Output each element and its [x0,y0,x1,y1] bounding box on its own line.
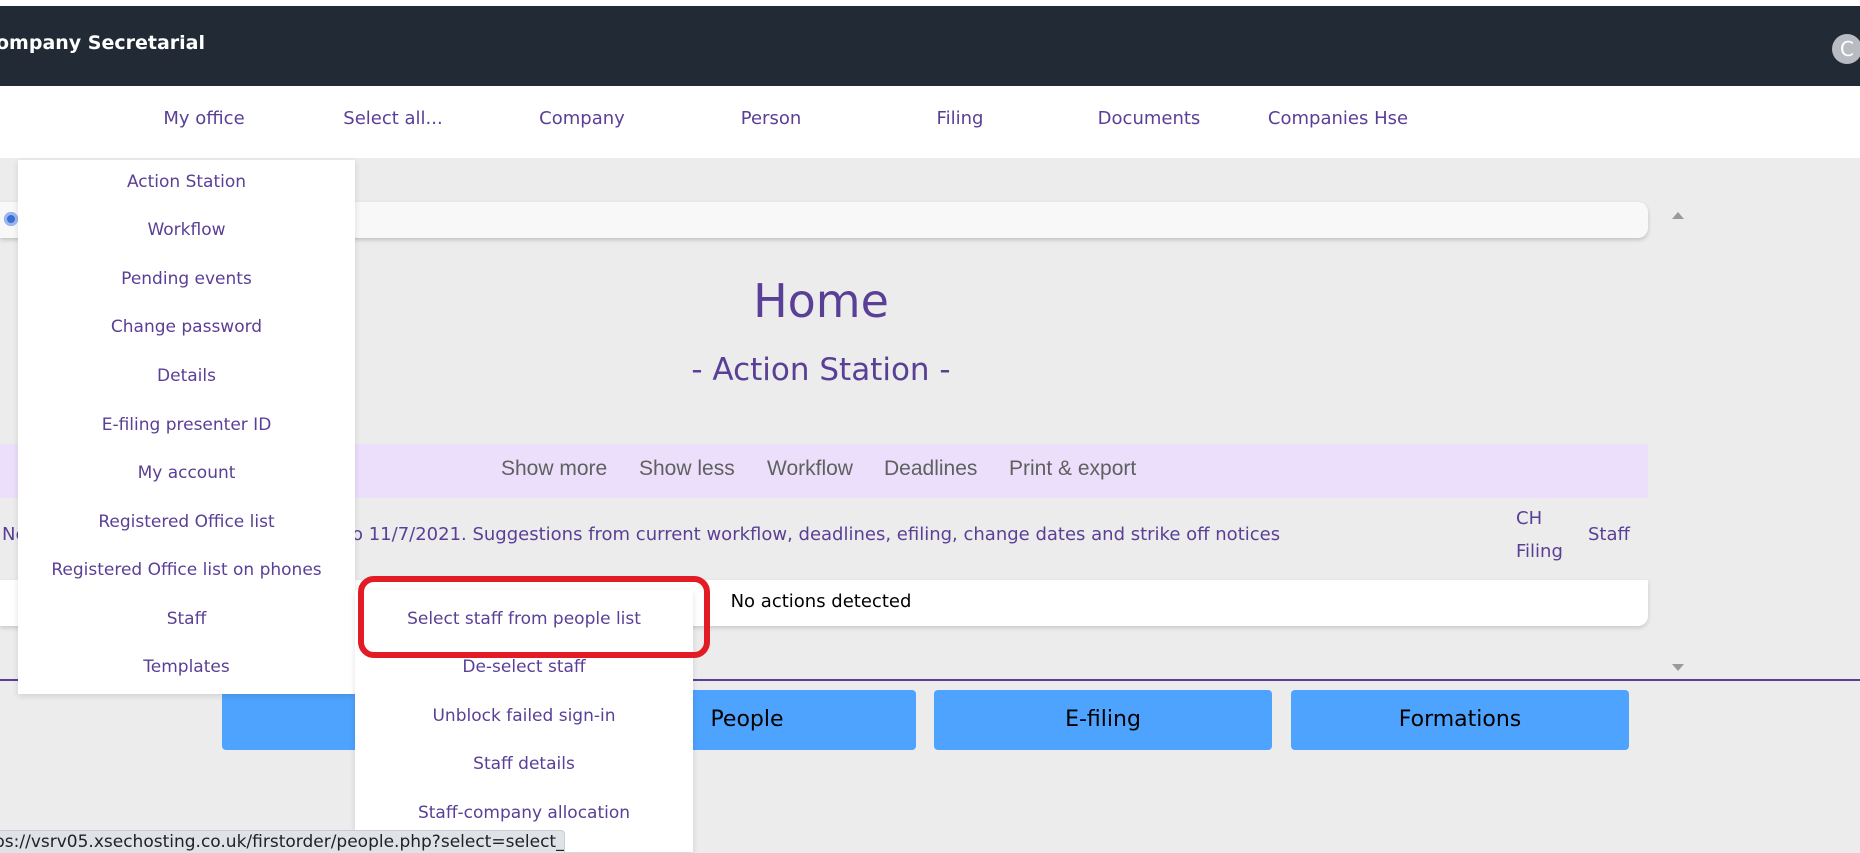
menu-pending-events[interactable]: Pending events [18,269,355,289]
nav-documents[interactable]: Documents [1098,108,1201,129]
nav-companies-hse[interactable]: Companies Hse [1268,108,1408,129]
status-url-bar: ps://vsrv05.xsechosting.co.uk/firstorder… [0,830,565,853]
copyright-icon[interactable]: C [1832,34,1860,64]
menu-staff[interactable]: Staff [18,609,355,629]
menu-my-account[interactable]: My account [18,463,355,483]
submenu-deselect-staff[interactable]: De-select staff [355,657,693,677]
staff-submenu: Select staff from people list De-select … [355,590,693,852]
show-more-link[interactable]: Show more [501,457,607,481]
my-office-menu: Action Station Workflow Pending events C… [18,160,355,694]
nav-select-all[interactable]: Select all... [343,108,442,129]
app-title: ompany Secretarial [0,32,206,54]
nav-person[interactable]: Person [741,108,802,129]
formations-tile[interactable]: Formations [1291,690,1629,750]
nav-filing[interactable]: Filing [937,108,984,129]
app-header: ompany Secretarial C [0,6,1860,86]
submenu-staff-details[interactable]: Staff details [355,754,693,774]
scroll-down-arrow[interactable] [1672,664,1684,671]
col-staff: Staff [1588,524,1630,545]
scroll-up-arrow[interactable] [1672,212,1684,219]
submenu-unblock-signin[interactable]: Unblock failed sign-in [355,706,693,726]
nav-company[interactable]: Company [539,108,625,129]
workflow-link[interactable]: Workflow [767,457,853,481]
menu-efiling-presenter-id[interactable]: E-filing presenter ID [18,415,355,435]
submenu-staff-company-allocation[interactable]: Staff-company allocation [355,803,693,823]
print-export-link[interactable]: Print & export [1009,457,1136,481]
col-filing: Filing [1516,541,1563,562]
menu-registered-office-phones[interactable]: Registered Office list on phones [18,560,355,580]
globe-icon [4,212,18,226]
col-ch: CH [1516,508,1543,529]
menu-action-station[interactable]: Action Station [18,172,355,192]
menu-details[interactable]: Details [18,366,355,386]
status-url: ps://vsrv05.xsechosting.co.uk/firstorder… [0,832,565,852]
menu-templates[interactable]: Templates [18,657,355,677]
main-nav: My office Select all... Company Person F… [0,86,1860,158]
menu-registered-office-list[interactable]: Registered Office list [18,512,355,532]
efiling-tile[interactable]: E-filing [934,690,1272,750]
info-text: o 11/7/2021. Suggestions from current wo… [352,524,1281,545]
menu-change-password[interactable]: Change password [18,317,355,337]
show-less-link[interactable]: Show less [639,457,735,481]
menu-workflow[interactable]: Workflow [18,220,355,240]
deadlines-link[interactable]: Deadlines [884,457,977,481]
submenu-select-staff[interactable]: Select staff from people list [355,609,693,629]
nav-my-office[interactable]: My office [163,108,244,129]
